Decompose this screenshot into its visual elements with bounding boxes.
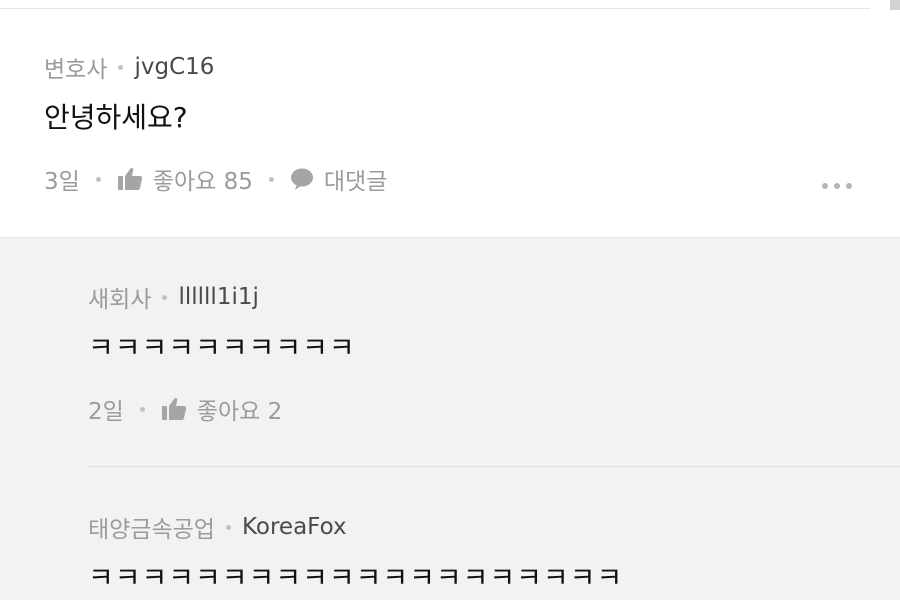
author-nickname[interactable]: KoreaFox: [242, 514, 347, 540]
like-count: 좋아요 85: [152, 169, 253, 195]
separator-dot: [225, 524, 231, 530]
reply-button[interactable]: 대댓글: [290, 162, 387, 196]
separator-dot: [118, 64, 124, 70]
reply-text: ㅋㅋㅋㅋㅋㅋㅋㅋㅋㅋ: [88, 331, 356, 364]
comment-item: 변호사 jvgC16 안녕하세요? 3일 좋아요 85 대댓글: [0, 10, 900, 238]
reply-divider: [88, 466, 900, 467]
comment-actions: 3일 좋아요 85 대댓글: [44, 162, 387, 196]
author-company: 변호사: [44, 57, 108, 83]
author-nickname[interactable]: llllll1i1j: [178, 284, 258, 310]
comment-author: 변호사 jvgC16: [44, 50, 214, 84]
separator-dot: [162, 294, 168, 300]
top-divider: [0, 8, 870, 9]
separator-dot: [268, 176, 274, 182]
speech-bubble-icon: [290, 167, 314, 191]
thumbs-up-icon: [117, 167, 143, 191]
author-company: 새회사: [88, 287, 152, 313]
reply-time: 2일: [88, 399, 124, 425]
like-count: 좋아요 2: [196, 399, 283, 425]
reply-actions: 2일 좋아요 2: [88, 392, 282, 426]
thumbs-up-icon: [161, 397, 187, 421]
more-dots-icon[interactable]: [822, 183, 852, 189]
author-company: 태양금속공업: [88, 517, 215, 543]
reply-label: 대댓글: [323, 169, 388, 195]
separator-dot: [95, 176, 101, 182]
reply-author: 새회사 llllll1i1j: [88, 280, 259, 314]
reply-text: ㅋㅋㅋㅋㅋㅋㅋㅋㅋㅋㅋㅋㅋㅋㅋㅋㅋㅋㅋㅋ: [88, 561, 624, 594]
like-button[interactable]: 좋아요 85: [117, 162, 253, 196]
comment-text: 안녕하세요?: [44, 101, 188, 134]
author-nickname[interactable]: jvgC16: [134, 54, 214, 80]
comment-time: 3일: [44, 169, 80, 195]
separator-dot: [139, 406, 145, 412]
like-button[interactable]: 좋아요 2: [161, 392, 282, 426]
reply-author: 태양금속공업 KoreaFox: [88, 510, 347, 544]
reply-list: 새회사 llllll1i1j ㅋㅋㅋㅋㅋㅋㅋㅋㅋㅋ 2일 좋아요 2 태양금속공…: [0, 238, 900, 600]
